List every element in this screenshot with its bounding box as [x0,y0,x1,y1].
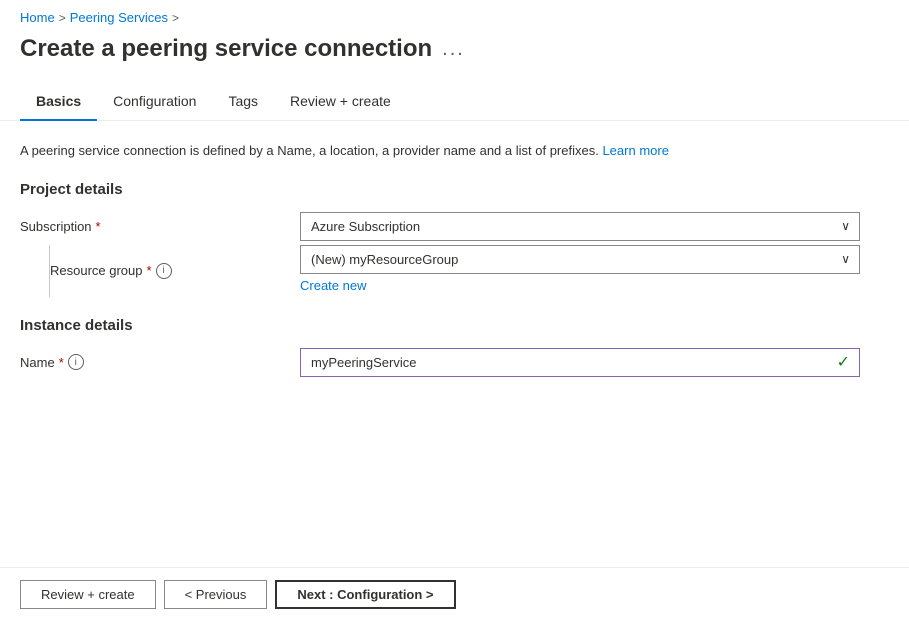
name-info-icon[interactable]: i [68,354,84,370]
breadcrumb-home[interactable]: Home [20,10,55,25]
subscription-control: Azure Subscription [300,212,860,241]
resource-group-required: * [147,263,152,278]
name-row: Name * i ✓ [20,348,889,377]
footer: Review + create < Previous Next : Config… [0,567,909,621]
name-label: Name * i [20,354,300,370]
resource-group-select[interactable]: (New) myResourceGroup [300,245,860,274]
more-options-icon[interactable]: ... [442,38,465,61]
instance-details-header: Instance details [20,317,889,334]
name-required: * [59,355,64,370]
resource-group-label: Resource group * i [50,263,300,279]
subscription-label: Subscription * [20,219,300,234]
tab-tags[interactable]: Tags [212,83,274,121]
description-text: A peering service connection is defined … [20,141,889,161]
subscription-select-wrapper: Azure Subscription [300,212,860,241]
page-title-area: Create a peering service connection ... [0,31,909,83]
learn-more-link[interactable]: Learn more [602,143,668,158]
name-input[interactable] [300,348,860,377]
resource-group-select-wrapper: (New) myResourceGroup [300,245,860,274]
tab-basics[interactable]: Basics [20,83,97,121]
subscription-row: Subscription * Azure Subscription [20,212,889,241]
breadcrumb: Home > Peering Services > [0,0,909,31]
page-title: Create a peering service connection [20,35,432,63]
review-create-button[interactable]: Review + create [20,580,156,609]
previous-button[interactable]: < Previous [164,580,268,609]
subscription-required: * [96,219,101,234]
breadcrumb-sep1: > [59,11,66,25]
name-valid-icon: ✓ [837,352,850,372]
name-control: ✓ [300,348,860,377]
resource-group-control: (New) myResourceGroup Create new [300,245,860,293]
tab-configuration[interactable]: Configuration [97,83,212,121]
breadcrumb-peering[interactable]: Peering Services [70,10,168,25]
tab-review-create[interactable]: Review + create [274,83,407,121]
name-input-wrapper: ✓ [300,348,860,377]
next-button[interactable]: Next : Configuration > [275,580,455,609]
resource-group-info-icon[interactable]: i [156,263,172,279]
breadcrumb-sep2: > [172,11,179,25]
subscription-select[interactable]: Azure Subscription [300,212,860,241]
content-area: A peering service connection is defined … [0,121,909,471]
tabs-bar: Basics Configuration Tags Review + creat… [0,83,909,121]
project-details-header: Project details [20,181,889,198]
create-new-link[interactable]: Create new [300,278,860,293]
instance-details-section: Instance details Name * i ✓ [20,317,889,377]
